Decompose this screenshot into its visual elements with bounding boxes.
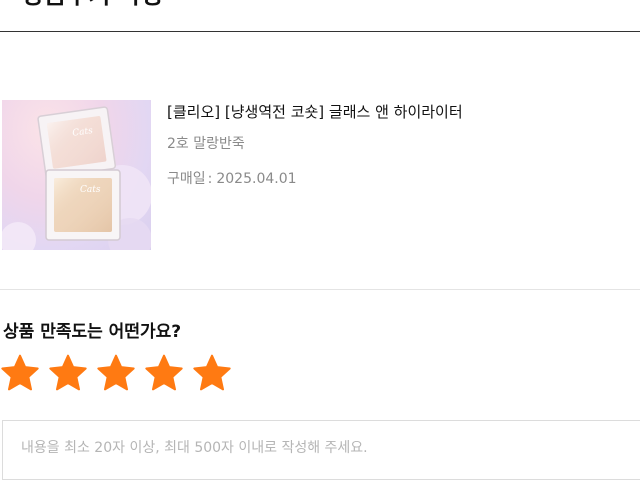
star-icon [145, 354, 183, 391]
page-title: 상품후기 작성 [22, 0, 163, 10]
svg-text:Cats: Cats [80, 185, 101, 195]
star-1-button[interactable] [0, 353, 40, 397]
product-option: 2호 말랑반죽 [167, 136, 245, 152]
star-icon [1, 354, 39, 391]
review-input-box[interactable] [2, 420, 640, 480]
star-icon [193, 354, 231, 391]
star-3-button[interactable] [96, 353, 136, 397]
star-icon [97, 354, 135, 391]
star-rating [0, 353, 240, 397]
rating-question: 상품 만족도는 어떤가요? [3, 322, 182, 342]
purchase-date: 구매일:2025.04.01 [167, 169, 297, 189]
star-2-button[interactable] [48, 353, 88, 397]
purchase-date-label: 구매일 [167, 171, 206, 187]
star-5-button[interactable] [192, 353, 232, 397]
product-image: Cats Cats [2, 100, 151, 250]
purchase-date-separator: : [207, 171, 213, 187]
star-icon [49, 354, 87, 391]
title-divider [0, 31, 640, 32]
star-4-button[interactable] [144, 353, 184, 397]
section-divider [0, 289, 640, 290]
purchase-date-value: 2025.04.01 [216, 171, 297, 187]
review-textarea[interactable] [21, 437, 621, 477]
product-name: [클리오] [냥생역전 코숏] 글래스 앤 하이라이터 [167, 103, 463, 121]
